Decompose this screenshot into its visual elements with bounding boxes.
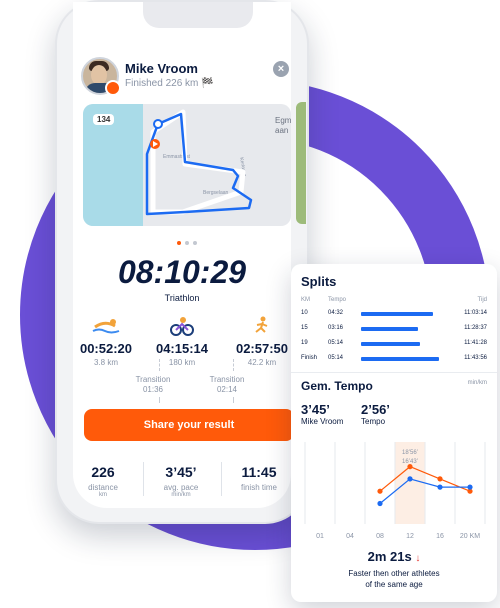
split-km: 10 [301, 310, 308, 316]
split-time: 11:28:37 [464, 325, 487, 331]
sport-label: Triathlon [164, 293, 200, 303]
x-tick-label: 16 [436, 533, 444, 540]
split-bar [361, 357, 439, 361]
divider [233, 397, 234, 403]
series-point [407, 476, 413, 482]
carousel-dots[interactable] [177, 232, 201, 250]
divider [221, 462, 222, 496]
split-row[interactable]: Finish 05:14 11:43:56 [301, 353, 487, 365]
stat-pace: 3’45’ avg. pace min/km [163, 464, 199, 498]
series-point [467, 484, 473, 490]
close-icon[interactable]: × [273, 61, 289, 77]
split-time: 11:43:56 [464, 355, 487, 361]
x-tick-label: 12 [406, 533, 414, 540]
series-point [377, 500, 383, 507]
segment-run[interactable]: 02:57:50 42.2 km [229, 316, 291, 367]
result-sub-1: Faster then other athletes [348, 569, 440, 578]
col-tijd: Tijd [477, 297, 487, 303]
split-tempo: 05:14 [328, 355, 344, 361]
x-tick-label: 08 [376, 533, 384, 540]
col-tempo: Tempo [328, 297, 347, 303]
split-km: Finish [301, 355, 318, 361]
split-km: 19 [301, 340, 308, 346]
other-pace-label: Tempo [361, 417, 386, 426]
splits-title: Splits [301, 274, 337, 289]
divider [143, 462, 144, 496]
col-km: KM [301, 297, 310, 303]
callout-label: 18’56’ [402, 450, 418, 456]
divider [159, 359, 160, 371]
route-line [145, 109, 253, 216]
x-tick-label: 04 [346, 533, 354, 540]
result-delta: 2m 21s [367, 549, 412, 564]
split-tempo: 05:14 [328, 340, 344, 346]
divider [291, 372, 497, 373]
split-row[interactable]: 10 04:32 11:03:14 [301, 308, 487, 320]
user-name: Mike Vroom [125, 61, 198, 76]
callout-label: 16’43’ [402, 459, 418, 465]
divider [233, 359, 234, 371]
series-point [437, 476, 443, 482]
phone-notch [143, 2, 253, 28]
series-point [377, 488, 383, 494]
x-tick-label: 20 KM [460, 533, 480, 540]
stat-distance: 226 distance km [88, 464, 118, 498]
down-arrow-icon: ↓ [415, 553, 421, 564]
split-row[interactable]: 19 05:14 11:41:28 [301, 338, 487, 350]
tempo-title: Gem. Tempo [301, 379, 373, 393]
transition-2: Transition 02:14 [209, 375, 245, 394]
segment-swim[interactable]: 00:52:20 3.8 km [73, 316, 139, 367]
other-pace-value: 2’56’ [361, 402, 390, 417]
map-edge [296, 102, 306, 224]
tempo-unit: min/km [467, 380, 487, 386]
split-bar [361, 312, 433, 316]
split-time: 11:41:28 [464, 340, 487, 346]
divider [159, 397, 160, 403]
bike-icon [149, 316, 215, 336]
splits-card: Splits KM Tempo Tijd 10 04:32 11:03:14 15 03… [291, 264, 497, 602]
transition-1: Transition 01:36 [135, 375, 171, 394]
result-header: Mike Vroom Finished 226 km 🏁 × [81, 57, 289, 97]
swim-icon [73, 316, 139, 336]
series-point [437, 484, 443, 490]
split-tempo: 04:32 [328, 310, 344, 316]
result-summary: 2m 21s ↓ Faster then other athletes of th… [291, 549, 497, 590]
strava-badge-icon [105, 80, 121, 96]
split-row[interactable]: 15 03:16 11:28:37 [301, 323, 487, 335]
tempo-chart[interactable]: 01 04 08 12 16 20 KM 18’56’ 16’43’ [297, 436, 493, 548]
my-pace-label: Mike Vroom [301, 417, 344, 426]
split-bar [361, 327, 418, 331]
split-time: 11:03:14 [464, 310, 487, 316]
route-map[interactable]: 134 Egm aan Emmastraat Kerkweg Bergselaa… [83, 104, 291, 226]
share-result-button[interactable]: Share your result [84, 409, 294, 441]
total-time: 08:10:29 [117, 254, 247, 290]
my-pace-value: 3’45’ [301, 402, 330, 417]
split-km: 15 [301, 325, 308, 331]
stat-finish-time: 11:45 finish time [240, 464, 277, 492]
run-icon [229, 316, 291, 336]
x-tick-label: 01 [316, 533, 324, 540]
phone-frame: Mike Vroom Finished 226 km 🏁 × 134 Egm a… [55, 0, 309, 524]
result-sub-2: of the same age [365, 580, 423, 589]
finished-text: Finished 226 km 🏁 [125, 78, 214, 89]
split-tempo: 03:16 [328, 325, 344, 331]
split-bar [361, 342, 420, 346]
